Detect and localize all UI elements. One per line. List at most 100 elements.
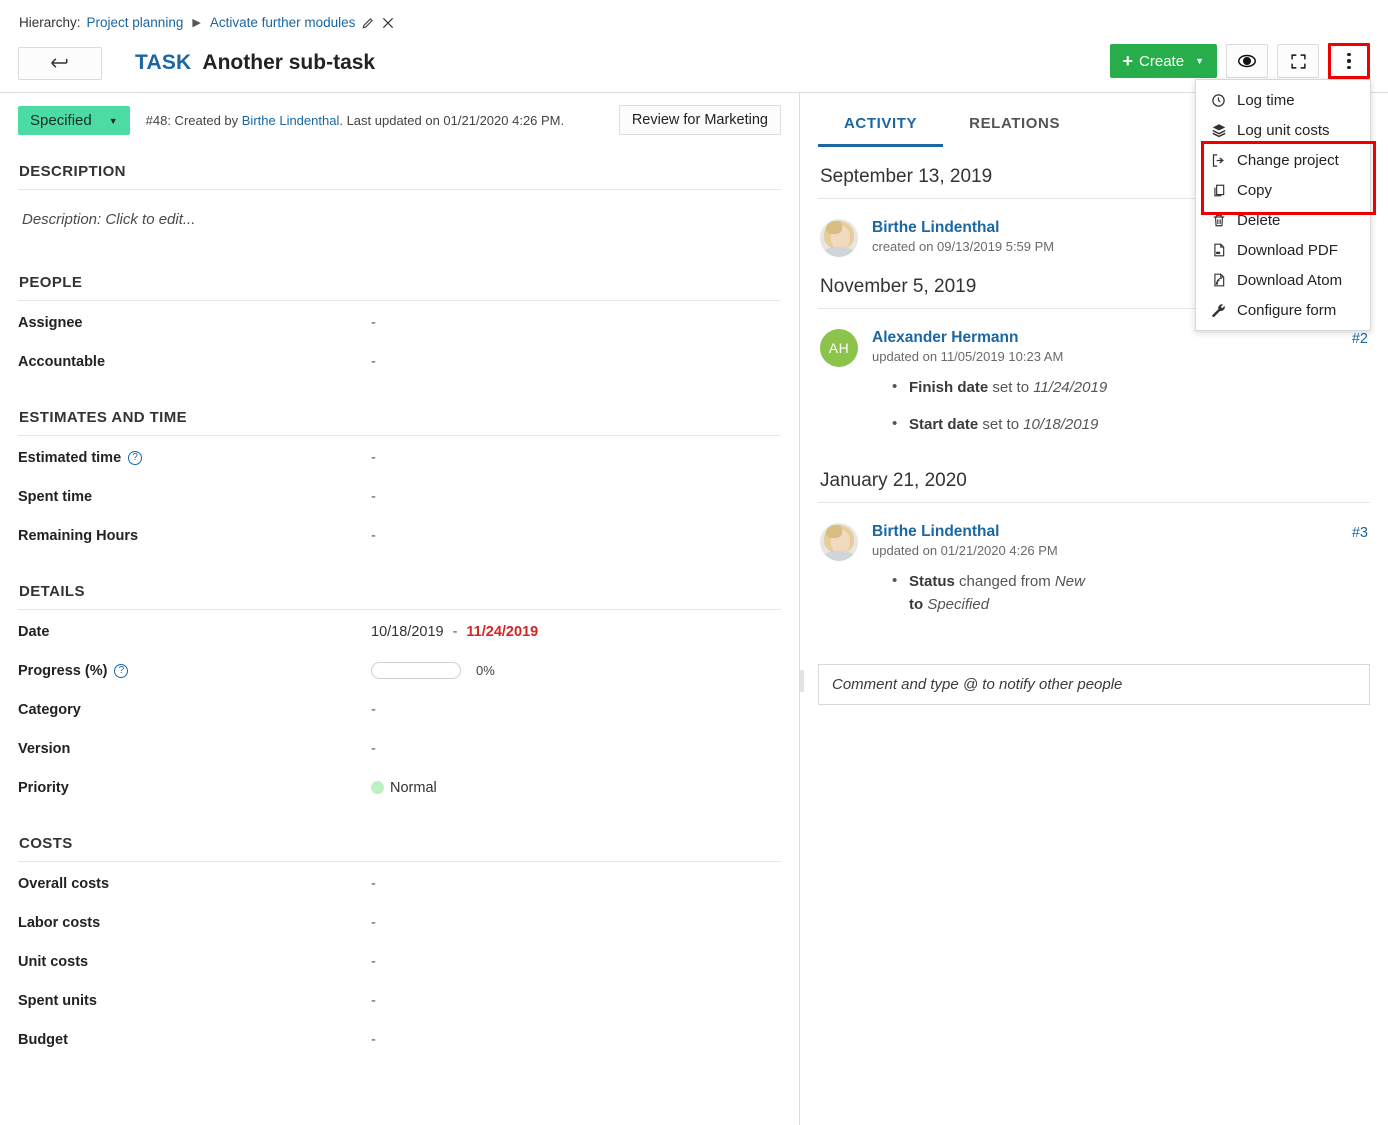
activity-number-link[interactable]: #3 <box>1352 525 1368 541</box>
field-label: Progress (%) ? <box>18 663 371 679</box>
change-value: 11/24/2019 <box>1033 379 1107 396</box>
help-icon[interactable]: ? <box>114 664 128 678</box>
change-action: changed from <box>955 573 1055 590</box>
progress-percent: 0% <box>476 663 495 678</box>
field-unit-costs: Unit costs - <box>18 942 781 981</box>
menu-item-delete[interactable]: Delete <box>1196 205 1370 235</box>
menu-item-copy[interactable]: Copy <box>1196 175 1370 205</box>
trash-icon <box>1210 213 1227 228</box>
breadcrumb-parent-link[interactable]: Project planning <box>87 15 184 30</box>
chevron-down-icon: ▼ <box>1195 56 1204 66</box>
layers-icon <box>1210 123 1227 138</box>
field-category: Category - <box>18 690 781 729</box>
field-overall-costs: Overall costs - <box>18 864 781 903</box>
field-label-text: Estimated time <box>18 450 121 466</box>
section-title-details: DETAILS <box>18 555 781 609</box>
menu-item-download-atom[interactable]: Download Atom <box>1196 265 1370 295</box>
change-value: New <box>1055 573 1085 590</box>
field-label: Accountable <box>18 354 371 370</box>
resize-handle[interactable] <box>800 670 804 692</box>
tab-activity[interactable]: ACTIVITY <box>818 105 943 147</box>
change-field: Start date <box>909 416 978 433</box>
work-package-subject: Another sub-task <box>202 51 375 75</box>
menu-item-log-time[interactable]: Log time <box>1196 85 1370 115</box>
menu-item-label: Delete <box>1237 212 1280 229</box>
breadcrumb-separator-icon: ▶ <box>189 16 203 29</box>
work-package-page: Hierarchy: Project planning ▶ Activate f… <box>0 0 1388 1125</box>
menu-item-label: Configure form <box>1237 302 1336 319</box>
field-value[interactable]: - <box>371 954 376 970</box>
watch-button[interactable] <box>1226 44 1268 78</box>
field-label: Category <box>18 702 371 718</box>
field-accountable: Accountable - <box>18 342 781 381</box>
change-action: set to <box>978 416 1023 433</box>
field-label: Priority <box>18 780 371 796</box>
activity-user-link[interactable]: Birthe Lindenthal <box>872 523 1370 541</box>
more-menu-button[interactable] <box>1328 43 1370 79</box>
fullscreen-button[interactable] <box>1277 44 1319 78</box>
more-dropdown-menu: Log time Log unit costs Change project C… <box>1195 79 1371 331</box>
field-value[interactable]: - <box>371 489 376 505</box>
field-progress: Progress (%) ? 0% <box>18 651 781 690</box>
work-package-form: DESCRIPTION Description: Click to edit..… <box>0 135 799 1059</box>
menu-item-configure-form[interactable]: Configure form <box>1196 295 1370 325</box>
field-label: Remaining Hours <box>18 528 371 544</box>
chevron-down-icon: ▼ <box>109 116 118 126</box>
activity-user-link[interactable]: Alexander Hermann <box>872 329 1370 347</box>
field-value[interactable]: - <box>371 354 376 370</box>
field-label: Date <box>18 624 371 640</box>
status-badge[interactable]: Specified ▼ <box>18 106 130 135</box>
close-icon[interactable] <box>381 16 395 30</box>
menu-item-change-project[interactable]: Change project <box>1196 145 1370 175</box>
field-value[interactable]: 0% <box>371 662 495 679</box>
field-remaining-hours: Remaining Hours - <box>18 516 781 555</box>
menu-item-label: Download Atom <box>1237 272 1342 289</box>
field-label-text: Progress (%) <box>18 663 107 679</box>
breadcrumb-current-link[interactable]: Activate further modules <box>210 15 356 30</box>
field-value[interactable]: - <box>371 1032 376 1048</box>
breadcrumb-label: Hierarchy: <box>19 15 81 30</box>
menu-item-log-unit-costs[interactable]: Log unit costs <box>1196 115 1370 145</box>
create-button[interactable]: + Create ▼ <box>1110 44 1217 78</box>
activity-date-heading: January 21, 2020 <box>818 463 1370 503</box>
activity-change-item: Start date set to 10/18/2019 <box>892 413 1370 450</box>
field-label: Spent time <box>18 489 371 505</box>
field-value[interactable]: - <box>371 876 376 892</box>
help-icon[interactable]: ? <box>128 451 142 465</box>
description-field[interactable]: Description: Click to edit... <box>18 192 781 246</box>
activity-number-link[interactable]: #2 <box>1352 331 1368 347</box>
field-value[interactable]: - <box>371 993 376 1009</box>
field-estimated-time: Estimated time ? - <box>18 438 781 477</box>
pencil-icon[interactable] <box>361 16 375 30</box>
section-title-description: DESCRIPTION <box>18 135 781 189</box>
meta-author-link[interactable]: Birthe Lindenthal <box>242 113 340 128</box>
avatar[interactable] <box>820 219 858 257</box>
field-value[interactable]: Normal <box>371 780 437 796</box>
title-actions: + Create ▼ <box>1110 43 1370 79</box>
meta-prefix: #48: Created by <box>146 113 242 128</box>
menu-item-label: Log time <box>1237 92 1295 109</box>
avatar[interactable] <box>820 523 858 561</box>
field-value[interactable]: - <box>371 915 376 931</box>
field-value[interactable]: - <box>371 528 376 544</box>
create-button-label: Create <box>1139 53 1184 70</box>
menu-item-download-pdf[interactable]: Download PDF <box>1196 235 1370 265</box>
field-value[interactable]: 10/18/2019 - 11/24/2019 <box>371 624 538 640</box>
back-button[interactable] <box>18 47 102 80</box>
activity-date-group: January 21, 2020 Birthe Lindenthal updat… <box>818 451 1370 631</box>
section-divider <box>18 189 781 190</box>
progress-bar[interactable] <box>371 662 461 679</box>
review-for-marketing-button[interactable]: Review for Marketing <box>619 105 781 135</box>
priority-dot-icon <box>371 781 384 794</box>
comment-input[interactable]: Comment and type @ to notify other peopl… <box>818 664 1370 705</box>
field-label: Version <box>18 741 371 757</box>
tab-relations[interactable]: RELATIONS <box>943 105 1086 147</box>
avatar[interactable]: AH <box>820 329 858 367</box>
atom-feed-icon <box>1210 272 1227 288</box>
field-value[interactable]: - <box>371 315 376 331</box>
field-value[interactable]: - <box>371 741 376 757</box>
field-value[interactable]: - <box>371 450 376 466</box>
field-value[interactable]: - <box>371 702 376 718</box>
section-divider <box>18 609 781 610</box>
activity-timestamp: updated on 11/05/2019 10:23 AM <box>872 347 1370 364</box>
